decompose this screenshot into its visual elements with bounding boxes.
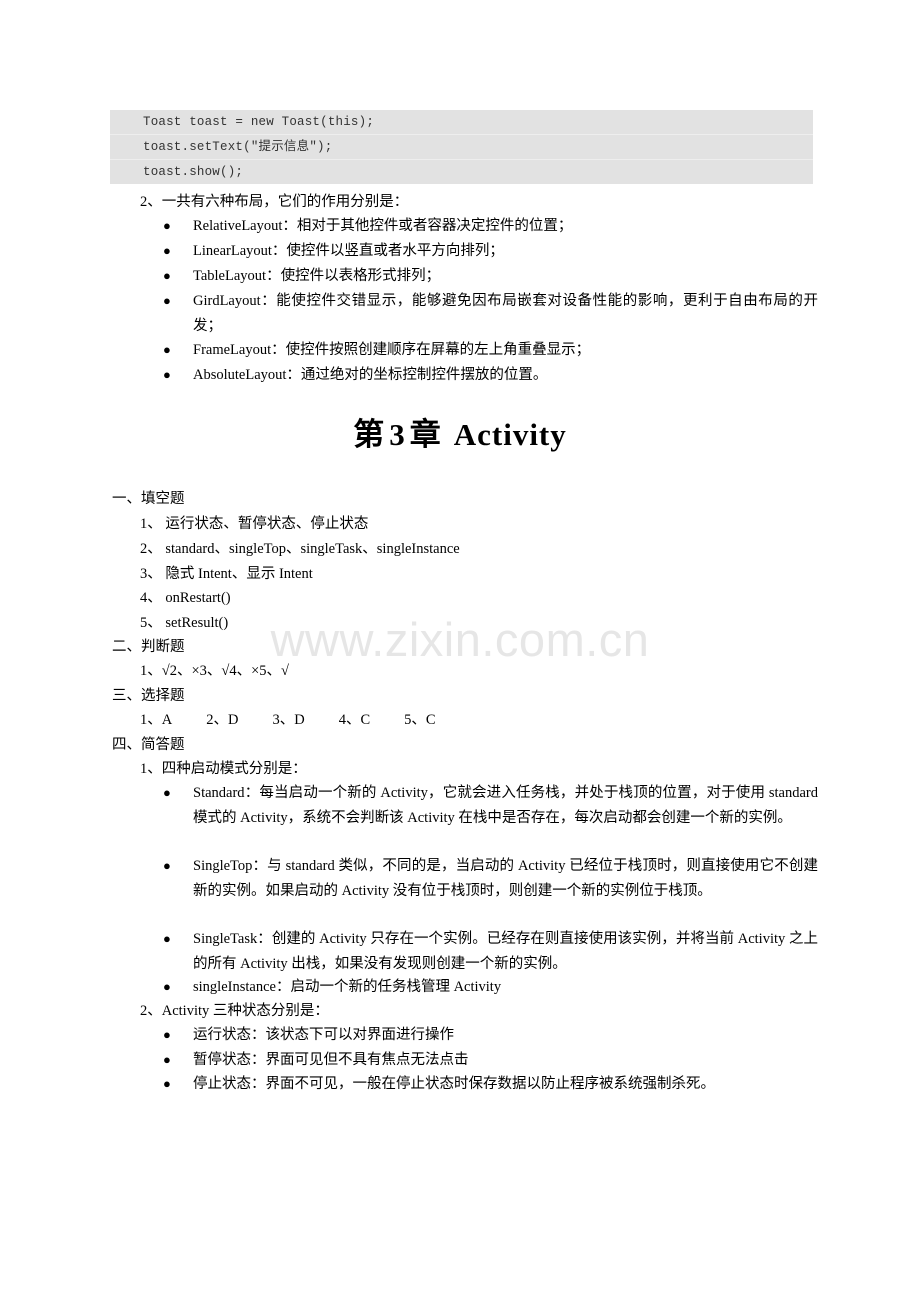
choice-answers: 1、A 2、D 3、D 4、C 5、C xyxy=(140,708,436,733)
list-item-label: Standard：每当启动一个新的 Activity，它就会进入任务栈，并处于栈… xyxy=(193,785,818,826)
bullet-icon: ● xyxy=(163,979,171,994)
list-item: ● GirdLayout：能使控件交错显示，能够避免因布局嵌套对设备性能的影响，… xyxy=(163,289,818,338)
bullet-icon: ● xyxy=(163,1052,171,1067)
choice-answer: 4、C xyxy=(338,712,371,728)
list-item-label: singleInstance：启动一个新的任务栈管理 Activity xyxy=(193,979,502,995)
bullet-icon: ● xyxy=(163,218,171,233)
fill-answer: 3、 隐式 Intent、显示 Intent xyxy=(140,566,313,582)
bullet-icon: ● xyxy=(163,931,171,946)
section-heading-short: 四、简答题 xyxy=(112,737,185,753)
list-item: ● AbsoluteLayout：通过绝对的坐标控制控件摆放的位置。 xyxy=(163,363,818,388)
bullet-icon: ● xyxy=(163,1027,171,1042)
bullet-icon: ● xyxy=(163,342,171,357)
fill-answer: 5、 setResult() xyxy=(140,615,229,631)
choice-answer: 1、A xyxy=(140,712,173,728)
list-item-label: GirdLayout：能使控件交错显示，能够避免因布局嵌套对设备性能的影响，更利… xyxy=(193,293,818,334)
chapter-prefix: 第 xyxy=(353,417,386,452)
list-item: ● 停止状态：界面不可见，一般在停止状态时保存数据以防止程序被系统强制杀死。 xyxy=(163,1072,818,1097)
bullet-icon: ● xyxy=(163,293,171,308)
list-item-label: SingleTop：与 standard 类似，不同的是，当启动的 Activi… xyxy=(193,858,818,899)
list-item: ● SingleTop：与 standard 类似，不同的是，当启动的 Acti… xyxy=(163,854,818,903)
choice-answer: 2、D xyxy=(206,712,239,728)
bullet-icon: ● xyxy=(163,858,171,873)
list-item-label: 停止状态：界面不可见，一般在停止状态时保存数据以防止程序被系统强制杀死。 xyxy=(193,1076,715,1092)
chapter-suffix: 章 xyxy=(409,417,442,452)
choice-answer: 5、C xyxy=(404,712,436,728)
list-item: ● TableLayout：使控件以表格形式排列； xyxy=(163,264,818,289)
section-heading-fill: 一、填空题 xyxy=(112,491,185,507)
section-heading-truefalse: 二、判断题 xyxy=(112,639,185,655)
fill-answer: 1、 运行状态、暂停状态、停止状态 xyxy=(140,516,369,532)
bullet-icon: ● xyxy=(163,268,171,283)
bullet-icon: ● xyxy=(163,1076,171,1091)
bullet-icon: ● xyxy=(163,785,171,800)
code-line: Toast toast = new Toast(this); xyxy=(110,110,813,135)
bullet-icon: ● xyxy=(163,367,171,382)
list-item-label: RelativeLayout：相对于其他控件或者容器决定控件的位置； xyxy=(193,218,573,234)
chapter-name: Activity xyxy=(453,417,567,452)
list-item: ● RelativeLayout：相对于其他控件或者容器决定控件的位置； xyxy=(163,214,818,239)
list-item: ● FrameLayout：使控件按照创建顺序在屏幕的左上角重叠显示； xyxy=(163,338,818,363)
list-item-label: SingleTask：创建的 Activity 只存在一个实例。已经存在则直接使… xyxy=(193,931,818,972)
list-item-label: AbsoluteLayout：通过绝对的坐标控制控件摆放的位置。 xyxy=(193,367,548,383)
list-item: ● Standard：每当启动一个新的 Activity，它就会进入任务栈，并处… xyxy=(163,781,818,830)
list-item-label: 运行状态：该状态下可以对界面进行操作 xyxy=(193,1027,454,1043)
truefalse-answer: 1、√2、×3、√4、×5、√ xyxy=(140,663,289,679)
code-line: toast.setText("提示信息"); xyxy=(110,135,813,160)
short-question-number: 1、四种启动模式分别是： xyxy=(140,761,307,777)
list-item: ● singleInstance：启动一个新的任务栈管理 Activity xyxy=(163,975,818,1000)
choice-answer: 3、D xyxy=(272,712,305,728)
code-block: Toast toast = new Toast(this); toast.set… xyxy=(110,110,813,184)
chapter-number: 3 xyxy=(389,417,406,452)
list-item: ● LinearLayout：使控件以竖直或者水平方向排列； xyxy=(163,239,818,264)
list-item-label: FrameLayout：使控件按照创建顺序在屏幕的左上角重叠显示； xyxy=(193,342,591,358)
list-item: ● 暂停状态：界面可见但不具有焦点无法点击 xyxy=(163,1048,818,1073)
list-item-label: 暂停状态：界面可见但不具有焦点无法点击 xyxy=(193,1052,469,1068)
code-line: toast.show(); xyxy=(143,165,244,179)
fill-answer: 4、 onRestart() xyxy=(140,590,231,606)
list-item-label: TableLayout：使控件以表格形式排列； xyxy=(193,268,441,284)
layout-question-number: 2、一共有六种布局，它们的作用分别是： xyxy=(140,194,409,210)
page-title: 第 3 章 Activity xyxy=(0,409,920,454)
fill-answer: 2、 standard、singleTop、singleTask、singleI… xyxy=(140,541,460,557)
short-question-number: 2、Activity 三种状态分别是： xyxy=(140,1003,329,1019)
bullet-icon: ● xyxy=(163,243,171,258)
list-item: ● 运行状态：该状态下可以对界面进行操作 xyxy=(163,1023,818,1048)
section-heading-choice: 三、选择题 xyxy=(112,688,185,704)
list-item-label: LinearLayout：使控件以竖直或者水平方向排列； xyxy=(193,243,504,259)
list-item: ● SingleTask：创建的 Activity 只存在一个实例。已经存在则直… xyxy=(163,927,818,976)
